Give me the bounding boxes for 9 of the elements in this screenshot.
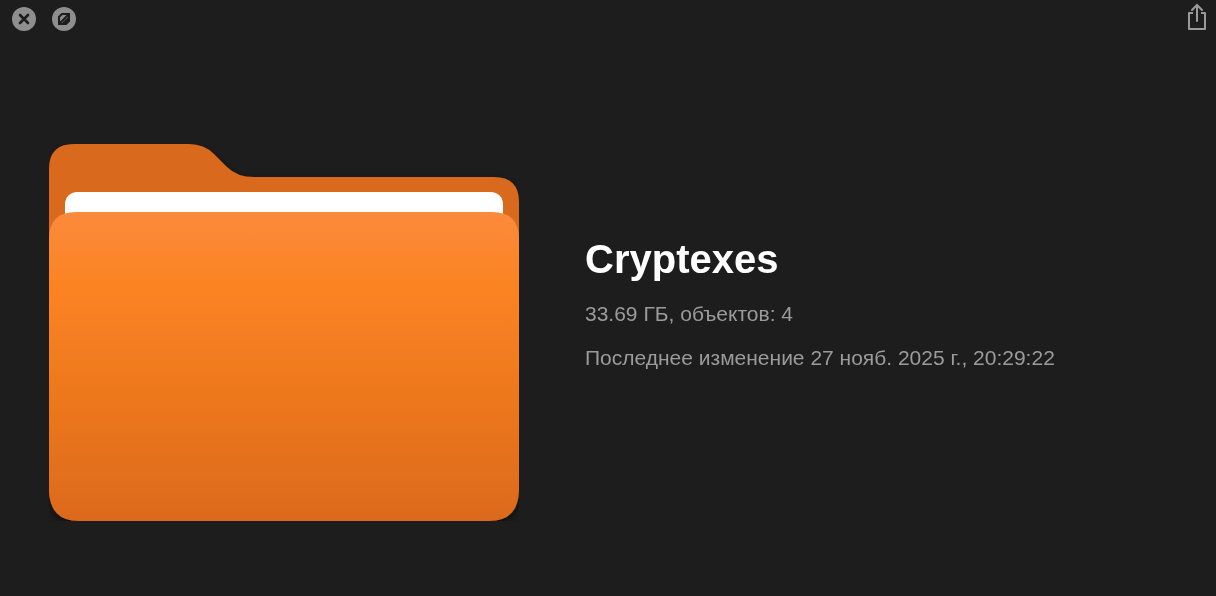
close-icon	[18, 13, 30, 25]
close-button[interactable]	[12, 7, 36, 31]
file-title: Cryptexes	[585, 236, 780, 283]
fullscreen-button[interactable]	[52, 7, 76, 31]
fullscreen-icon	[58, 13, 70, 25]
share-icon[interactable]	[1185, 3, 1209, 31]
detail-text: Последнее изменение 27 нояб. 2025 г., 20:29:22	[585, 345, 1055, 371]
folder-icon	[49, 143, 519, 521]
detail-text: 33.69 ГБ, объектов: 4	[585, 301, 794, 327]
